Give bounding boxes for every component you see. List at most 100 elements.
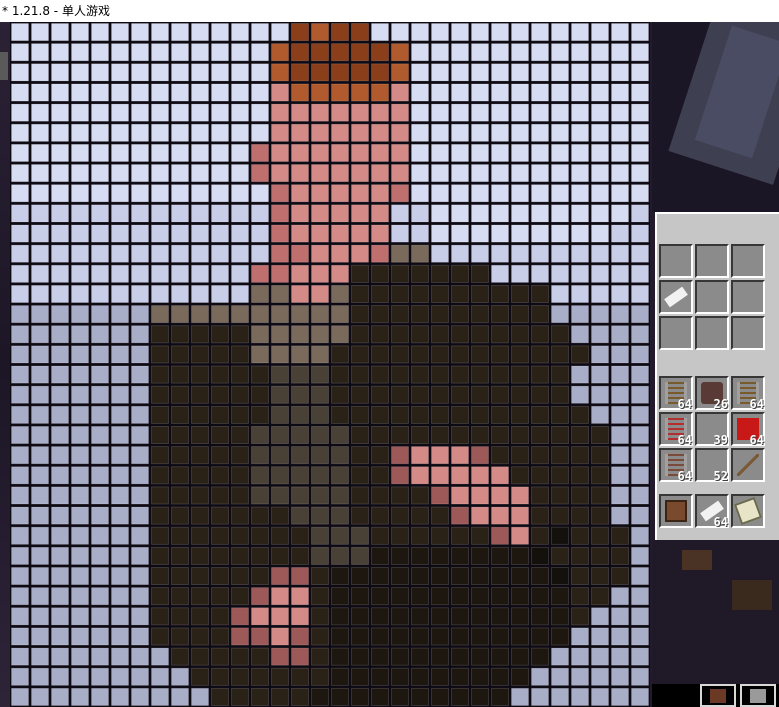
map-pixel (271, 123, 289, 142)
map-pixel (451, 143, 469, 162)
map-pixel (391, 305, 409, 324)
map-pixel (151, 506, 169, 525)
map-pixel (251, 546, 269, 565)
map-pixel (171, 264, 189, 283)
map-pixel (431, 687, 449, 706)
map-pixel (31, 365, 49, 384)
inventory-slot[interactable]: 64 (659, 448, 693, 483)
map-pixel (31, 325, 49, 344)
map-pixel (451, 164, 469, 183)
map-pixel (531, 103, 549, 122)
map-pixel (531, 285, 549, 303)
crafting-slot[interactable] (659, 280, 693, 314)
map-pixel (331, 446, 349, 465)
map-pixel (191, 426, 209, 444)
map-pixel (631, 244, 649, 263)
map-pixel (131, 567, 149, 586)
map-pixel (331, 184, 349, 203)
map-pixel (191, 546, 209, 565)
map-pixel (271, 164, 289, 183)
crafting-slot[interactable] (731, 244, 765, 278)
map-pixel (551, 244, 569, 263)
map-pixel (391, 184, 409, 203)
inventory-slot[interactable]: 52 (695, 448, 729, 483)
map-pixel (611, 345, 629, 364)
map-pixel (11, 546, 29, 565)
map-pixel (611, 23, 629, 42)
map-pixel (311, 405, 329, 424)
map-pixel (31, 627, 49, 646)
map-pixel (111, 83, 129, 102)
map-pixel (71, 43, 89, 62)
map-pixel (11, 325, 29, 344)
hotbar-slot[interactable] (700, 684, 736, 707)
map-pixel (91, 546, 109, 565)
map-pixel (171, 587, 189, 606)
crafting-slot[interactable] (731, 280, 765, 314)
map-pixel (331, 43, 349, 62)
crafting-slot[interactable] (695, 280, 729, 314)
inventory-slot[interactable] (659, 494, 693, 528)
map-pixel (491, 667, 509, 686)
item-count: 52 (713, 469, 728, 483)
map-pixel (191, 345, 209, 364)
inventory-slot[interactable]: 64 (731, 376, 765, 411)
map-pixel (151, 143, 169, 162)
inventory-slot[interactable]: 26 (695, 376, 729, 411)
map-pixel (511, 526, 529, 545)
map-pixel (391, 405, 409, 424)
map-pixel (271, 486, 289, 505)
map-pixel (271, 83, 289, 102)
map-pixel (191, 43, 209, 62)
map-pixel (151, 607, 169, 626)
crafting-slot[interactable] (731, 316, 765, 350)
crafting-slot[interactable] (695, 244, 729, 278)
crafting-slot[interactable] (695, 316, 729, 350)
map-pixel (171, 486, 189, 505)
map-pixel (511, 385, 529, 404)
map-pixel (111, 345, 129, 364)
map-pixel (431, 627, 449, 646)
map-pixel (171, 204, 189, 223)
map-pixel (171, 305, 189, 324)
map-pixel (51, 325, 69, 344)
crafting-slot[interactable] (659, 244, 693, 278)
map-pixel (191, 446, 209, 465)
inventory-slot[interactable] (731, 494, 765, 528)
map-pixel (271, 285, 289, 303)
map-pixel (411, 285, 429, 303)
inventory-slot[interactable] (731, 448, 765, 482)
map-pixel (251, 143, 269, 162)
map-pixel (511, 647, 529, 666)
crafting-slot[interactable] (659, 316, 693, 350)
map-pixel (271, 103, 289, 122)
inventory-slot[interactable]: 64 (731, 412, 765, 447)
map-pixel (191, 23, 209, 42)
map-pixel (31, 607, 49, 626)
map-art-mosaic[interactable] (10, 22, 650, 707)
map-pixel (411, 305, 429, 324)
map-pixel (491, 385, 509, 404)
map-pixel (491, 687, 509, 706)
map-pixel (271, 63, 289, 82)
map-pixel (471, 687, 489, 706)
inventory-slot[interactable]: 39 (695, 412, 729, 447)
map-pixel (211, 546, 229, 565)
map-pixel (451, 466, 469, 485)
map-pixel (571, 83, 589, 102)
map-pixel (331, 365, 349, 384)
map-pixel (231, 164, 249, 183)
inventory-slot[interactable]: 64 (695, 494, 729, 529)
map-pixel (351, 667, 369, 686)
hotbar-slot[interactable] (740, 684, 776, 707)
map-pixel (451, 184, 469, 203)
inventory-slot[interactable]: 64 (659, 412, 693, 447)
inventory-slot[interactable]: 64 (659, 376, 693, 411)
map-pixel (491, 627, 509, 646)
map-pixel (11, 567, 29, 586)
map-pixel (191, 587, 209, 606)
map-pixel (331, 204, 349, 223)
map-pixel (491, 23, 509, 42)
map-pixel (551, 325, 569, 344)
map-pixel (311, 103, 329, 122)
